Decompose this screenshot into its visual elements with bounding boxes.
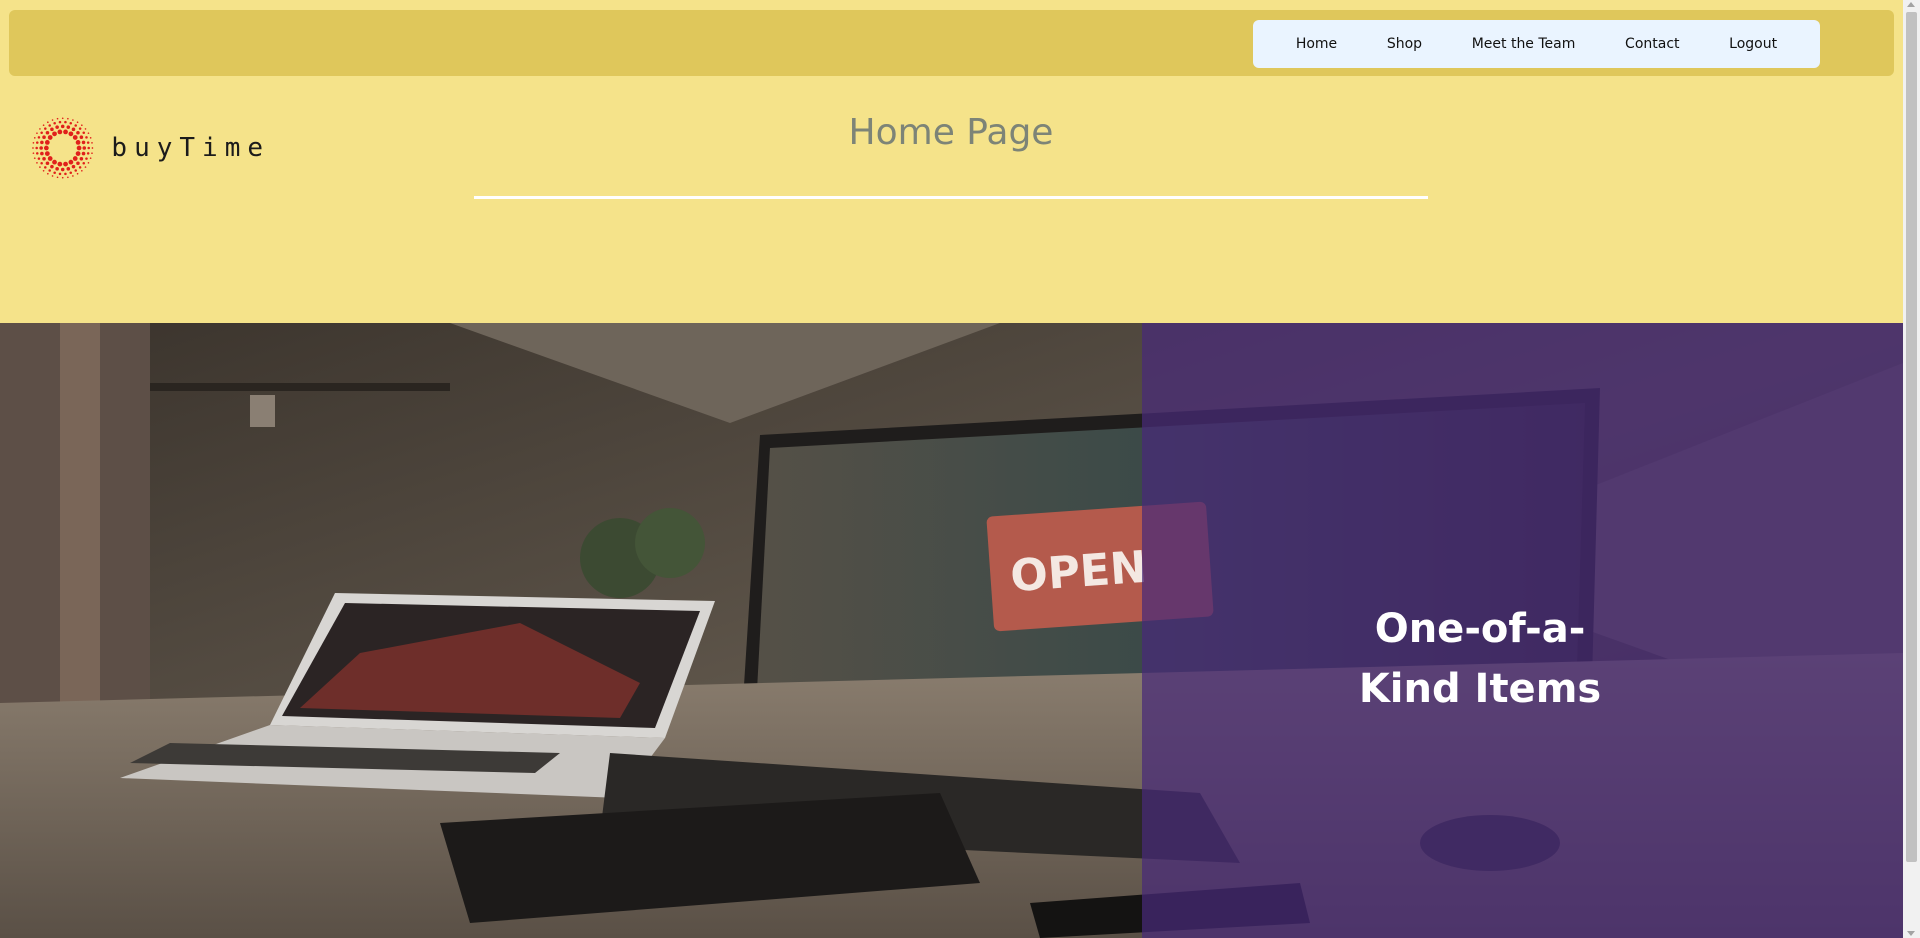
vertical-scrollbar[interactable]	[1903, 0, 1920, 938]
logo[interactable]: buyTime	[30, 104, 270, 192]
title-divider	[474, 196, 1428, 199]
page: Home Shop Meet the Team Contact Logout b…	[0, 0, 1903, 938]
nav-link-shop[interactable]: Shop	[1379, 30, 1430, 58]
scroll-down-arrow-icon[interactable]	[1907, 931, 1915, 936]
sunburst-dots-icon	[32, 117, 94, 179]
scroll-up-arrow-icon[interactable]	[1907, 2, 1915, 7]
logo-text: buyTime	[111, 133, 270, 163]
nav-menu: Home Shop Meet the Team Contact Logout	[1253, 20, 1820, 68]
top-strip	[0, 0, 1903, 9]
page-title: Home Page	[848, 112, 1054, 153]
nav-link-home[interactable]: Home	[1288, 30, 1345, 58]
svg-text:OPEN: OPEN	[1009, 542, 1149, 602]
nav-link-contact[interactable]: Contact	[1617, 30, 1687, 58]
scroll-thumb[interactable]	[1906, 12, 1917, 862]
nav-link-logout[interactable]: Logout	[1721, 30, 1785, 58]
hero-banner: OPEN One-of-a-Kind Items	[0, 323, 1903, 938]
hero-heading: One-of-a-Kind Items	[1358, 606, 1602, 712]
nav-link-meet-the-team[interactable]: Meet the Team	[1464, 30, 1584, 58]
